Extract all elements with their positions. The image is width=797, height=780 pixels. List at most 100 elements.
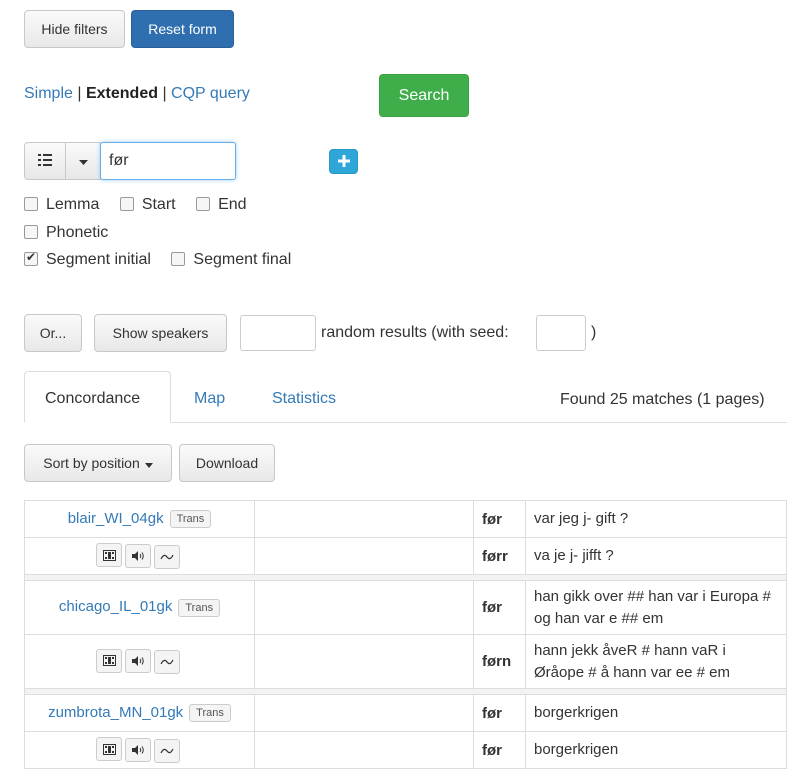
result-row: førr va je j- jifft ? [24, 537, 787, 575]
match-word: før [473, 500, 526, 538]
left-context-cell [254, 537, 474, 575]
mode-extended-link[interactable]: Extended [86, 85, 158, 102]
start-checkbox-item[interactable]: Start [119, 196, 176, 213]
right-context-cell: borgerkrigen [525, 694, 787, 732]
add-token-button[interactable] [329, 149, 358, 174]
reset-form-button[interactable]: Reset form [131, 10, 234, 48]
seed-input[interactable] [536, 315, 586, 351]
result-row: førn hann jekk åveR # hann vaR i Øråope #… [24, 634, 787, 689]
start-checkbox[interactable] [119, 197, 134, 211]
end-checkbox-item[interactable]: End [196, 196, 247, 213]
hide-filters-button[interactable]: Hide filters [24, 10, 125, 48]
random-count-input[interactable] [240, 315, 316, 351]
video-button[interactable] [96, 737, 122, 762]
volume-icon [131, 656, 145, 667]
list-icon [38, 153, 52, 169]
segment-final-label: Segment final [193, 251, 292, 268]
trans-button[interactable]: Trans [169, 510, 212, 529]
speaker-cell: blair_WI_04gk Trans [24, 500, 255, 538]
speaker-link[interactable]: chicago_IL_01gk [59, 598, 172, 615]
token-type-list-button[interactable] [24, 142, 66, 180]
left-context-cell [254, 500, 474, 538]
tab-map[interactable]: Map [194, 390, 225, 408]
right-context-cell: hann jekk åveR # hann vaR i Øråope # å h… [525, 634, 787, 689]
speaker-link[interactable]: blair_WI_04gk [68, 510, 164, 527]
video-button[interactable] [96, 648, 122, 673]
checkbox-row-3: Segment initial Segment final [24, 250, 307, 269]
left-context-cell [254, 580, 474, 635]
trans-button[interactable]: Trans [189, 704, 231, 723]
trans-button[interactable]: Trans [178, 598, 221, 617]
checkbox-row-2: Phonetic [24, 224, 124, 242]
match-word: før [473, 694, 526, 732]
volume-button[interactable] [125, 649, 151, 674]
match-word: før [473, 580, 526, 635]
volume-icon [131, 550, 145, 561]
segment-final-checkbox-item[interactable]: Segment final [171, 251, 291, 268]
segment-initial-label: Segment initial [46, 251, 151, 268]
checkbox-row-1: Lemma Start End [24, 196, 263, 214]
mode-separator: | [162, 85, 167, 102]
phonetic-checkbox[interactable] [24, 225, 38, 239]
mode-cqp-link[interactable]: CQP query [171, 85, 250, 102]
match-word: førr [473, 537, 526, 575]
waveform-button[interactable] [154, 544, 180, 569]
caret-down-icon [78, 153, 88, 169]
waveform-button[interactable] [154, 650, 180, 675]
lemma-checkbox[interactable] [24, 197, 38, 211]
start-label: Start [141, 196, 176, 213]
token-input[interactable] [100, 142, 236, 180]
video-button[interactable] [96, 543, 122, 568]
lemma-label: Lemma [46, 196, 100, 213]
random-results-label: random results (with seed: [321, 324, 509, 341]
waveform-icon [160, 553, 174, 561]
waveform-icon [160, 658, 174, 666]
phonetic-label: Phonetic [46, 224, 109, 241]
end-label: End [218, 196, 247, 213]
tab-statistics[interactable]: Statistics [272, 390, 336, 408]
result-row: før borgerkrigen [24, 731, 787, 769]
tab-concordance[interactable]: Concordance [24, 371, 171, 423]
right-context-cell: han gikk over ## han var i Europa # og h… [525, 580, 787, 635]
lemma-checkbox-item[interactable]: Lemma [24, 196, 99, 213]
speaker-link[interactable]: zumbrota_MN_01gk [48, 704, 183, 721]
right-context-cell: va je j- jifft ? [525, 537, 787, 575]
search-button[interactable]: Search [379, 74, 469, 117]
waveform-button[interactable] [154, 738, 180, 763]
match-word: førn [473, 634, 526, 689]
token-type-dropdown-button[interactable] [65, 142, 101, 180]
tab-concordance-label: Concordance [45, 390, 141, 407]
media-buttons-cell [24, 634, 255, 689]
download-button[interactable]: Download [179, 444, 275, 482]
mode-separator: | [77, 85, 82, 102]
result-row: chicago_IL_01gk Trans før han gikk over ## … [24, 580, 787, 635]
media-buttons-cell [24, 731, 255, 769]
sort-by-position-button[interactable]: Sort by position [24, 444, 172, 482]
video-icon [102, 655, 116, 667]
volume-button[interactable] [125, 737, 151, 762]
media-buttons-cell [24, 537, 255, 575]
speaker-cell: zumbrota_MN_01gk Trans [24, 694, 255, 732]
volume-icon [131, 744, 145, 755]
mode-simple-link[interactable]: Simple [24, 85, 73, 102]
phonetic-checkbox-item[interactable]: Phonetic [24, 224, 108, 241]
plus-icon [337, 151, 350, 172]
matches-count: Found 25 matches (1 pages) [560, 391, 765, 408]
left-context-cell [254, 694, 474, 732]
sort-label: Sort by position [43, 455, 140, 471]
volume-button[interactable] [125, 543, 151, 568]
end-checkbox[interactable] [196, 197, 211, 211]
segment-initial-checkbox[interactable] [24, 250, 38, 266]
speaker-cell: chicago_IL_01gk Trans [24, 580, 255, 635]
video-icon [102, 743, 116, 755]
or-button[interactable]: Or... [24, 314, 82, 352]
close-paren: ) [591, 324, 597, 341]
show-speakers-button[interactable]: Show speakers [94, 314, 227, 352]
segment-final-checkbox[interactable] [171, 252, 186, 266]
video-icon [102, 549, 116, 561]
segment-initial-checkbox-item[interactable]: Segment initial [24, 250, 151, 268]
right-context-cell: borgerkrigen [525, 731, 787, 769]
left-context-cell [254, 634, 474, 689]
left-context-cell [254, 731, 474, 769]
waveform-icon [160, 747, 174, 755]
